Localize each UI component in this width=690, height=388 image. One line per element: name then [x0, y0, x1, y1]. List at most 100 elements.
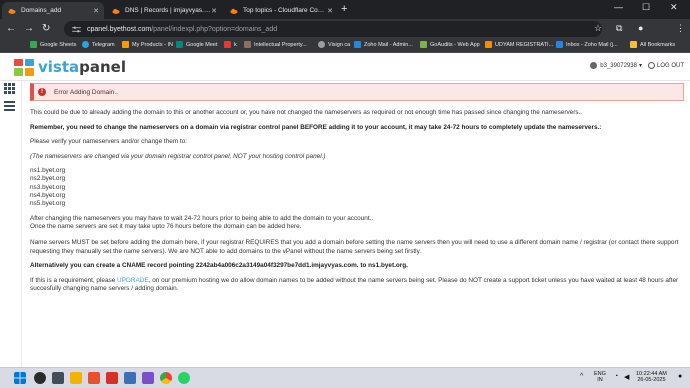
bookmark-item[interactable]: Google Meet [176, 41, 218, 48]
cloud-favicon-icon [8, 8, 16, 14]
error-alert: ! Error Adding Domain.. [30, 83, 684, 101]
goaudits-icon [420, 41, 427, 48]
notification-icon[interactable]: ● [678, 373, 682, 380]
clock[interactable]: 10:22:44 AM 26-05-2025 [636, 371, 667, 383]
store-app-icon[interactable] [124, 372, 136, 384]
photos-app-icon[interactable] [142, 372, 154, 384]
profile-avatar-icon[interactable]: ● [638, 23, 643, 33]
bookmark-item[interactable]: Visign ca [318, 41, 350, 48]
zoho-mail-icon [556, 41, 563, 48]
panel-header: vistapanel b3_39072938 ▾ LOG OUT [0, 53, 690, 81]
nameserver-item: ns1.byet.org [30, 167, 66, 175]
whatsapp-icon[interactable] [178, 372, 190, 384]
bookmark-item[interactable]: My Products - IN [122, 41, 173, 48]
sheets-icon [30, 41, 37, 48]
minimize-button[interactable]: — [614, 2, 623, 12]
nameserver-list: ns1.byet.org ns2.byet.org ns3.byet.org n… [30, 167, 684, 207]
cloud-favicon-icon [230, 8, 238, 14]
browser-toolbar: ← → ↻ cpanel.byethost.com/panel/indexpl.… [0, 19, 690, 39]
reload-icon[interactable]: ↻ [42, 23, 50, 34]
volume-icon[interactable]: ◀ [624, 373, 629, 381]
url-path: /panel/indexpl.php?option=domains_add [151, 25, 278, 33]
language-indicator[interactable]: ENG IN [594, 371, 606, 383]
nameserver-item: ns4.byet.org [30, 191, 66, 199]
cloud-favicon-icon [112, 8, 120, 14]
extensions-icon[interactable]: ⧉ [616, 23, 622, 34]
file-explorer-icon[interactable] [70, 372, 82, 384]
message-warning: Remember, you need to change the nameser… [30, 123, 602, 131]
telegram-icon [82, 41, 89, 48]
vistapanel-logo[interactable]: vistapanel [14, 58, 126, 76]
bookmark-item[interactable]: Zoho Mail - Admin... [354, 41, 413, 48]
maximize-button[interactable]: ☐ [642, 2, 650, 13]
taskbar: ^ ENG IN ◔ ◀ 10:22:44 AM 26-05-2025 ● [0, 367, 690, 388]
bookmark-item[interactable]: GoAudits - Web App [420, 41, 480, 48]
bookmark-item[interactable]: Telegram [82, 41, 115, 48]
close-window-button[interactable]: ✕ [670, 2, 678, 13]
close-tab-icon[interactable]: ✕ [93, 7, 99, 15]
wifi-icon[interactable]: ◔ [614, 373, 618, 380]
meet-icon [176, 41, 183, 48]
more-menu-icon[interactable]: ⋮ [676, 23, 685, 34]
message-paragraph: Name servers MUST be set before adding t… [30, 239, 679, 255]
task-view-icon[interactable] [52, 372, 64, 384]
message-note: (The nameservers are changed via your do… [30, 152, 326, 160]
apps-grid-icon[interactable] [4, 83, 15, 94]
bookmark-item[interactable]: k [224, 41, 237, 48]
back-arrow-icon[interactable]: ← [6, 23, 16, 34]
nameserver-item: ns5.byet.org [30, 199, 66, 207]
bookmark-icon [224, 41, 231, 48]
error-icon: ! [38, 88, 46, 96]
bookmark-item[interactable]: UDYAM REGISTRATI... [485, 41, 553, 48]
tab-domains-add[interactable]: Domains_add ✕ [2, 2, 104, 19]
tab-top-topics[interactable]: Top topics - Cloudflare Commu ✕ [224, 2, 338, 19]
menu-icon[interactable] [4, 101, 15, 113]
main-content: ! Error Adding Domain.. This could be du… [30, 83, 684, 294]
logo-grid-icon [14, 58, 34, 76]
chevron-down-icon: ▾ [638, 63, 642, 69]
alert-text: Error Adding Domain.. [54, 88, 118, 96]
close-tab-icon[interactable]: ✕ [327, 7, 333, 15]
star-bookmark-icon[interactable]: ☆ [594, 23, 602, 34]
username: b3_39072938 [600, 62, 637, 69]
nameserver-item: ns3.byet.org [30, 183, 66, 191]
site-info-icon[interactable] [72, 26, 81, 33]
new-tab-button[interactable]: + [341, 3, 347, 15]
upgrade-paragraph: If this is a requirement, please UPGRADE… [30, 276, 679, 293]
message-paragraph: After changing the nameservers you may h… [30, 214, 374, 222]
chrome-icon[interactable] [160, 372, 172, 384]
mail-app-icon[interactable] [106, 372, 118, 384]
bookmark-item[interactable]: Intellectual Property... [244, 41, 307, 48]
power-icon [647, 62, 655, 69]
cname-instruction: Alternatively you can create a CNAME rec… [30, 262, 408, 270]
logout-button[interactable]: LOG OUT [647, 62, 684, 69]
address-bar[interactable]: cpanel.byethost.com/panel/indexpl.php?op… [64, 21, 602, 37]
bookmarks-bar: Google Sheets Telegram My Products - IN … [0, 39, 690, 53]
folder-icon [630, 41, 637, 48]
browser-tabstrip: Domains_add ✕ DNS | Records | imjayvyas.… [0, 0, 690, 19]
user-account[interactable]: b3_39072938 ▾ [590, 62, 642, 69]
ip-icon [244, 41, 251, 48]
windows-start-icon[interactable] [14, 372, 26, 384]
close-tab-icon[interactable]: ✕ [211, 7, 217, 15]
message-paragraph: This could be due to already adding the … [30, 109, 583, 116]
bookmark-item[interactable]: Inbox - Zoho Mail (j... [556, 41, 618, 48]
page-viewport: vistapanel b3_39072938 ▾ LOG OUT ! Error… [0, 53, 690, 367]
nameserver-item: ns2.byet.org [30, 175, 66, 183]
bookmark-item[interactable]: Google Sheets [30, 41, 76, 48]
search-icon[interactable] [34, 372, 46, 384]
chevron-up-icon[interactable]: ^ [580, 373, 583, 380]
udyam-icon [485, 41, 492, 48]
forward-arrow-icon[interactable]: → [24, 23, 34, 34]
message-paragraph: Please verify your nameservers and/or ch… [30, 138, 188, 146]
bookmark-item[interactable]: All Bookmarks [630, 41, 675, 48]
zoho-icon [354, 41, 361, 48]
amazon-icon [122, 41, 129, 48]
user-icon [590, 62, 598, 69]
upgrade-link[interactable]: UPGRADE [117, 277, 149, 284]
browser-app-icon[interactable] [88, 372, 100, 384]
tab-dns-records[interactable]: DNS | Records | imjayvyas.com ✕ [106, 2, 222, 19]
globe-icon [318, 41, 325, 48]
message-paragraph: Once the name servers are set it may tak… [30, 223, 302, 231]
url-domain: cpanel.byethost.com [87, 25, 152, 33]
